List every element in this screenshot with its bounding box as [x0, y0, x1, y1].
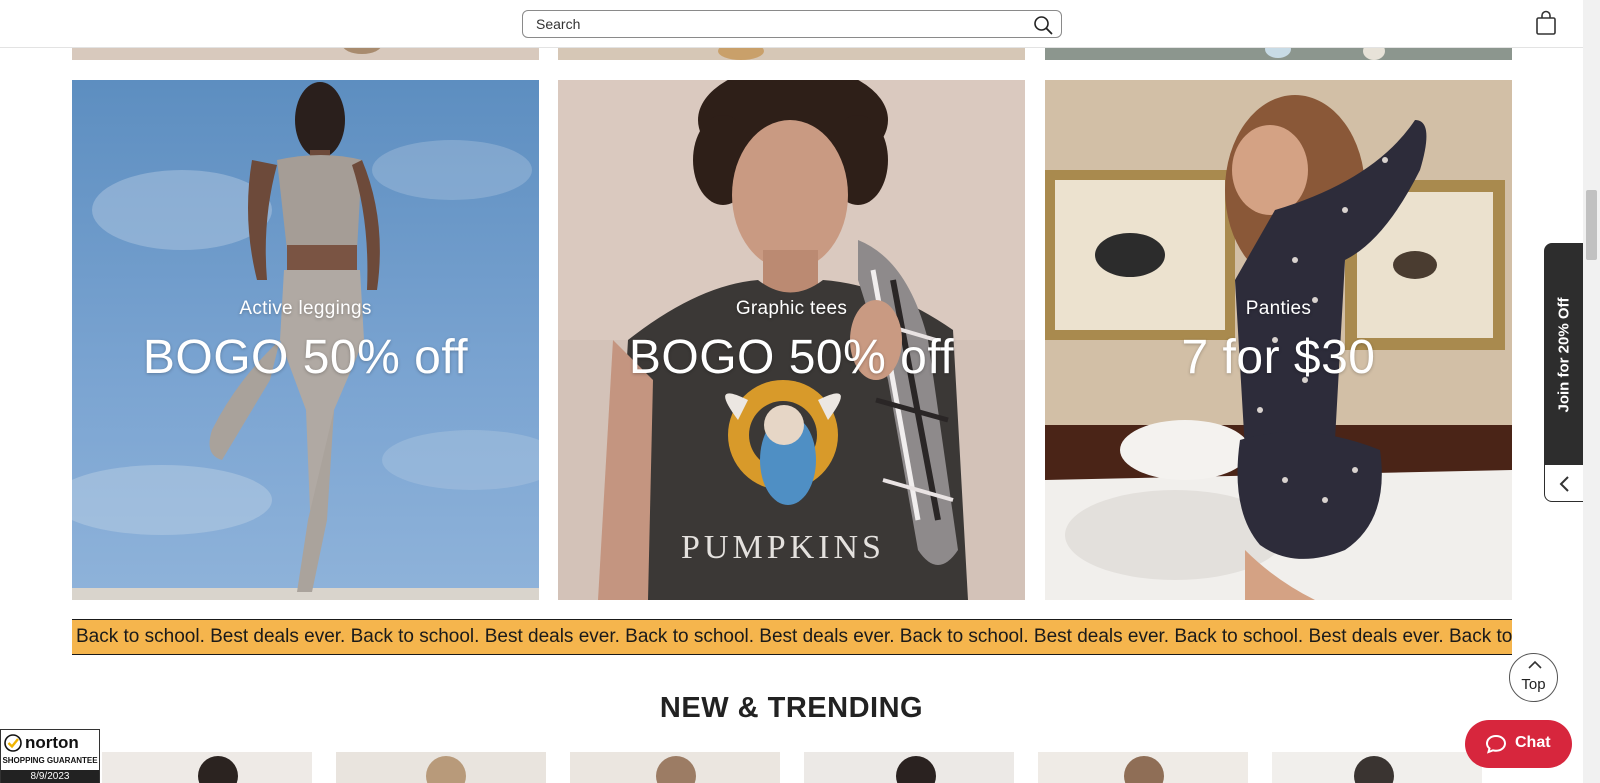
page-scrollbar[interactable] [1583, 0, 1600, 783]
back-to-top-button[interactable]: Top [1509, 653, 1558, 702]
norton-shopping-guarantee-badge[interactable]: norton SHOPPING GUARANTEE 8/9/2023 [0, 729, 100, 783]
join-tab-toggle[interactable] [1544, 464, 1584, 502]
promo-marquee-banner[interactable]: Back to school. Best deals ever. Back to… [72, 619, 1512, 655]
search-icon[interactable] [1033, 15, 1053, 35]
product-image [1124, 756, 1164, 783]
norton-guarantee-label: SHOPPING GUARANTEE [2, 756, 98, 765]
chat-bubble-icon [1485, 734, 1507, 754]
promo-category: Panties [1245, 298, 1312, 319]
chat-button[interactable]: Chat [1465, 720, 1572, 768]
back-to-top-label: Top [1521, 676, 1546, 693]
promo-deal: BOGO 50% off [142, 331, 469, 384]
previous-promo-tile[interactable] [1045, 40, 1512, 60]
promo-category: Active leggings [239, 298, 372, 319]
product-card[interactable] [336, 752, 546, 783]
shopping-bag-icon[interactable] [1533, 10, 1559, 36]
product-image [426, 756, 466, 783]
join-tab-label: Join for 20% Off [1555, 296, 1573, 413]
marquee-text: Back to school. Best deals ever. Back to… [76, 626, 1512, 647]
norton-date: 8/9/2023 [1, 770, 99, 783]
promo-category: Graphic tees [735, 298, 848, 319]
site-header [0, 0, 1583, 48]
product-image [1354, 756, 1394, 783]
product-card[interactable] [1272, 752, 1482, 783]
search-bar[interactable] [522, 10, 1062, 38]
product-image [198, 756, 238, 783]
svg-text:PUMPKINS: PUMPKINS [681, 529, 885, 566]
previous-promo-tile[interactable] [558, 42, 1025, 60]
product-card[interactable] [570, 752, 780, 783]
scrollbar-thumb[interactable] [1586, 190, 1597, 260]
product-image [896, 756, 936, 783]
norton-brand: norton [25, 733, 79, 752]
promo-tile-active-leggings[interactable]: Active leggings BOGO 50% off [72, 80, 539, 600]
chat-label: Chat [1515, 734, 1551, 751]
chevron-up-icon [1528, 660, 1542, 669]
join-discount-tab[interactable]: Join for 20% Off [1544, 243, 1584, 466]
search-input[interactable] [523, 11, 1003, 37]
checkmark-icon [4, 734, 22, 752]
promo-deal: 7 for $30 [1181, 331, 1376, 384]
product-card[interactable] [804, 752, 1014, 783]
promo-tile-panties[interactable]: Panties 7 for $30 [1045, 80, 1512, 600]
promo-deal: BOGO 50% off [628, 331, 955, 384]
product-image [656, 756, 696, 783]
section-title: NEW & TRENDING [659, 692, 924, 724]
promo-tile-graphic-tees[interactable]: PUMPKINS Graphic tees BOGO 50% off [558, 80, 1025, 600]
previous-promo-tile[interactable] [72, 34, 539, 60]
chevron-left-icon [1559, 476, 1569, 492]
product-card[interactable] [102, 752, 312, 783]
product-card[interactable] [1038, 752, 1248, 783]
